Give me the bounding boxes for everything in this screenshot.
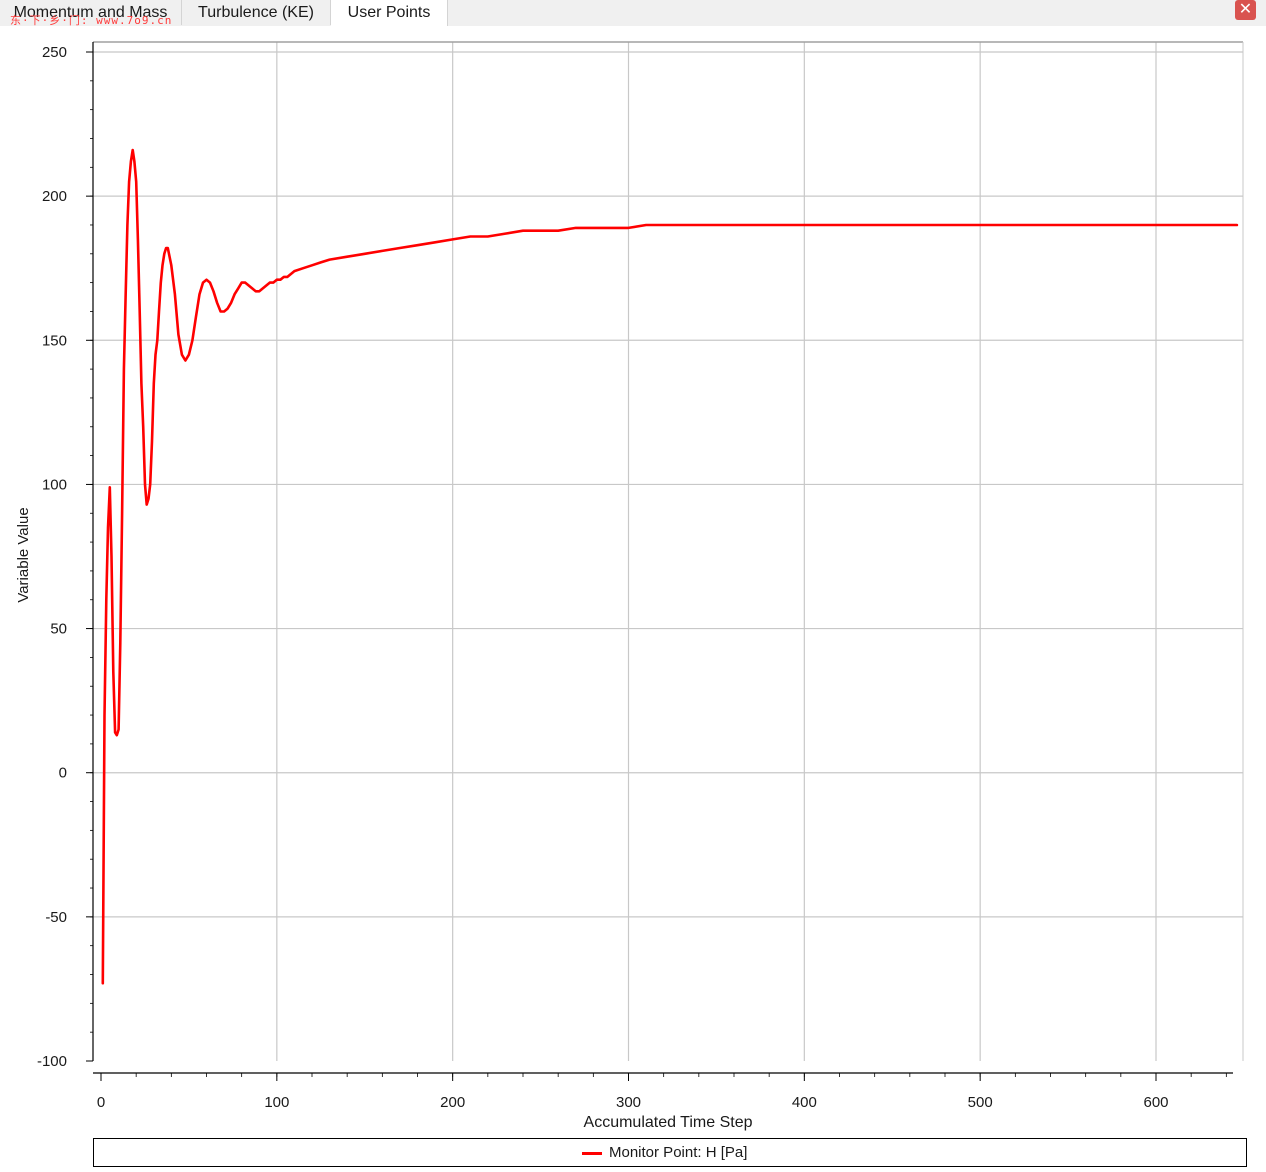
x-tick-label: 100 [264,1094,289,1111]
monitor-chart: -100 -50 0 50 100 150 200 250 0 100 200 300 400 500 60… [15,41,1244,1131]
close-icon[interactable]: ✕ [1235,0,1256,20]
watermark: 东·下·乡·门: www.7o9.cn [10,14,173,27]
y-tick-label: 200 [42,188,67,205]
y-tick-label: 0 [59,765,67,782]
y-tick-label: 250 [42,44,67,61]
x-tick-label: 300 [616,1094,641,1111]
chart-gridlines [93,42,1243,1061]
x-tick-label: 0 [97,1094,105,1111]
chart-legend: Monitor Point: H [Pa] [93,1138,1247,1167]
x-tick-label: 500 [968,1094,993,1111]
y-tick-label: 50 [50,621,67,638]
y-tick-label: 150 [42,332,67,349]
x-tick-label: 400 [792,1094,817,1111]
chart-ticks: -100 -50 0 50 100 150 200 250 0 100 200 300 400 500 60… [37,44,1227,1111]
series-line [101,148,1239,985]
x-axis-label: Accumulated Time Step [584,1114,753,1131]
tab-user-points[interactable]: User Points [331,0,448,26]
tab-turbulence[interactable]: Turbulence (KE) [182,0,331,25]
legend-label: Monitor Point: H [Pa] [609,1144,748,1161]
tab-bar: Momentum and Mass Turbulence (KE) User P… [0,0,1266,27]
y-axis-label: Variable Value [15,507,32,602]
y-tick-label: -50 [45,909,67,926]
x-tick-label: 200 [440,1094,465,1111]
legend-line-icon [582,1152,602,1155]
y-tick-label: -100 [37,1053,67,1070]
chart-series [101,148,1239,985]
y-tick-label: 100 [42,476,67,493]
x-tick-label: 600 [1143,1094,1168,1111]
